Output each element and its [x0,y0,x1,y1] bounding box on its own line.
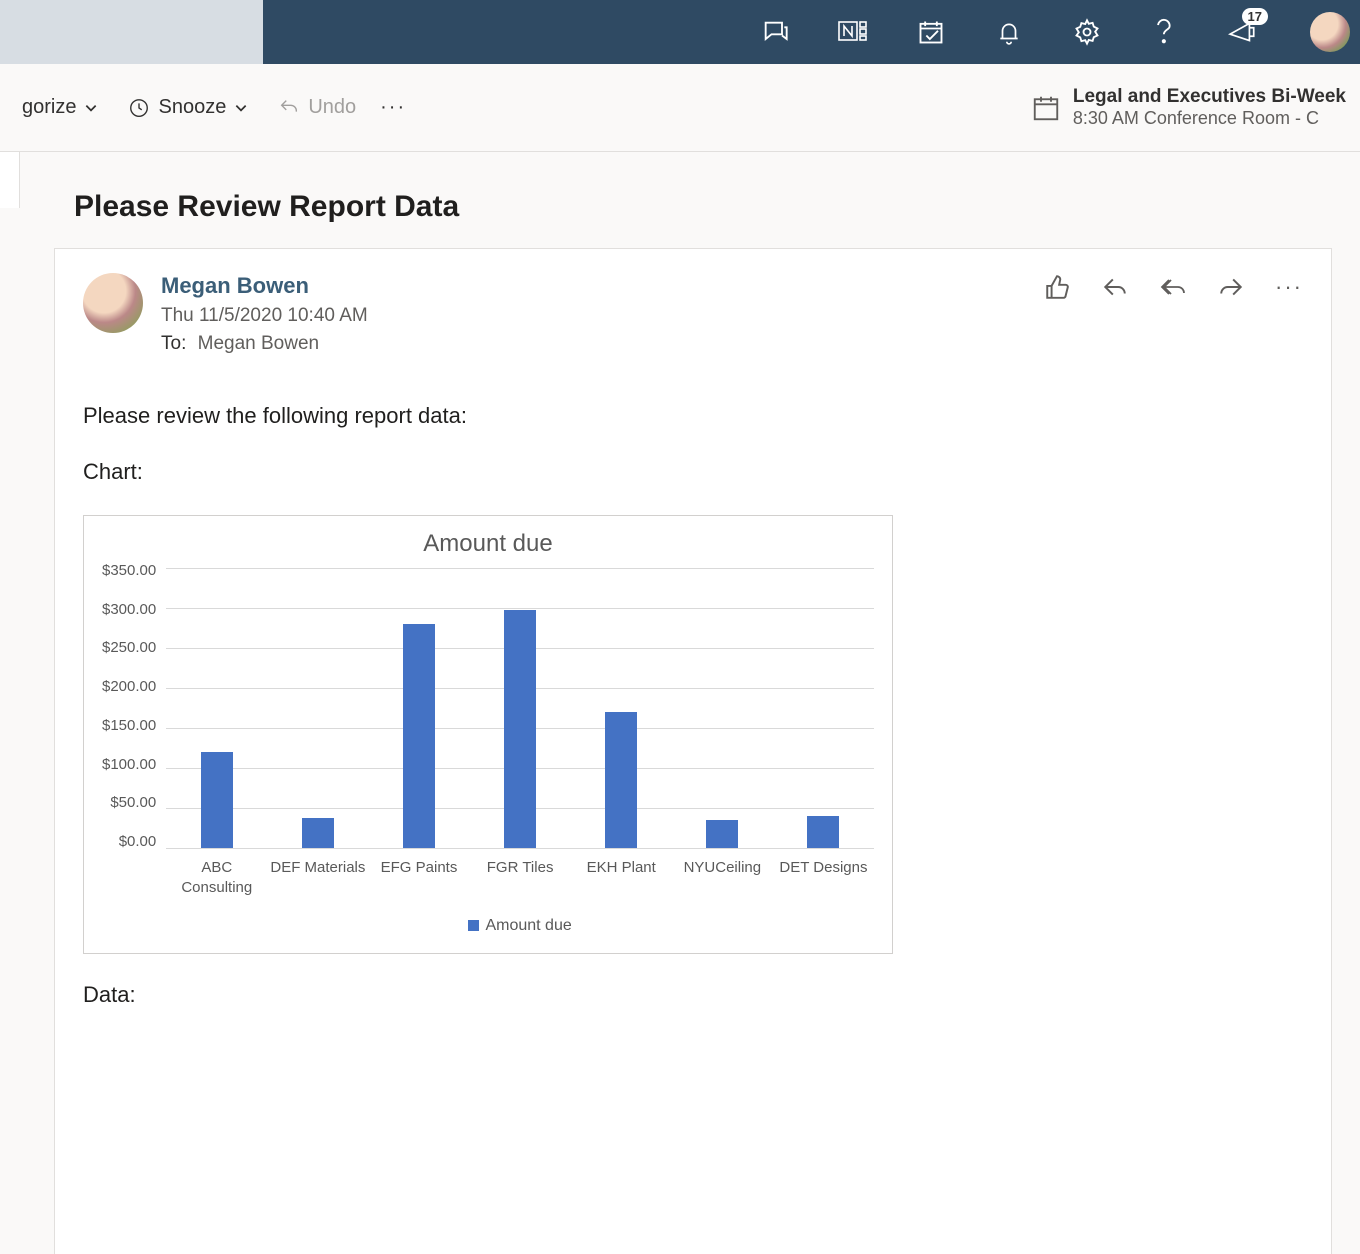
teams-chat-icon[interactable] [736,0,814,64]
chevron-down-icon [84,101,98,115]
x-tick-label: EFG Paints [371,858,467,897]
suite-icons: 17 [736,0,1360,64]
snooze-button[interactable]: Snooze [116,88,260,128]
legend-swatch [468,920,479,931]
x-tick-label: DEF Materials [270,858,366,897]
onenote-icon[interactable] [814,0,892,64]
chart-bar [201,752,233,848]
sent-timestamp: Thu 11/5/2020 10:40 AM [161,305,1025,327]
undo-button[interactable]: Undo [266,88,368,128]
chart-title: Amount due [102,530,874,558]
undo-label: Undo [308,96,356,119]
message-actions: ··· [1043,273,1303,301]
x-tick-label: FGR Tiles [472,858,568,897]
chart-bar [403,624,435,848]
feedback-icon[interactable]: 17 [1204,0,1282,64]
x-tick-label: NYUCeiling [674,858,770,897]
chart-x-axis: ABC ConsultingDEF MaterialsEFG PaintsFGR… [166,858,874,897]
reply-all-button[interactable] [1159,273,1187,301]
search-input[interactable] [0,0,263,64]
forward-button[interactable] [1217,273,1245,301]
to-label: To: [161,333,186,354]
more-actions-button[interactable]: ··· [368,88,418,128]
body-chart-label: Chart: [83,459,1303,485]
notifications-icon[interactable] [970,0,1048,64]
sender-name[interactable]: Megan Bowen [161,273,1025,299]
chart-bar [807,816,839,848]
reply-button[interactable] [1101,273,1129,301]
categorize-label: gorize [22,96,76,119]
calendar-peek[interactable]: Legal and Executives Bi-Week 8:30 AM Con… [1031,86,1350,129]
chart-bar [302,818,334,848]
command-bar: gorize Snooze Undo ··· Legal and Executi… [0,64,1360,152]
embedded-chart: Amount due $350.00$300.00$250.00$200.00$… [83,515,893,954]
more-message-actions[interactable]: ··· [1275,273,1303,301]
calendar-peek-title: Legal and Executives Bi-Week [1073,86,1346,108]
folder-pane-edge [0,152,20,208]
calendar-icon [1031,93,1061,123]
message-subject: Please Review Report Data [20,152,1360,248]
chart-y-axis: $350.00$300.00$250.00$200.00$150.00$100.… [102,568,166,856]
feedback-badge: 17 [1242,8,1268,25]
settings-icon[interactable] [1048,0,1126,64]
snooze-label: Snooze [158,96,226,119]
x-tick-label: DET Designs [775,858,871,897]
chart-bar [504,610,536,848]
chevron-down-icon [234,101,248,115]
account-avatar[interactable] [1282,0,1360,64]
body-data-label: Data: [83,982,1303,1008]
reading-pane: Megan Bowen Thu 11/5/2020 10:40 AM To: M… [54,248,1332,1254]
x-tick-label: EKH Plant [573,858,669,897]
todo-icon[interactable] [892,0,970,64]
message-body: Please review the following report data:… [83,403,1303,1008]
calendar-peek-subtitle: 8:30 AM Conference Room - C [1073,108,1346,129]
to-recipients[interactable]: Megan Bowen [198,333,319,354]
x-tick-label: ABC Consulting [169,858,265,897]
undo-icon [278,97,300,119]
legend-label: Amount due [485,917,571,934]
help-icon[interactable] [1126,0,1204,64]
suite-bar: 17 [0,0,1360,64]
sender-avatar[interactable] [83,273,143,333]
chart-legend: Amount due [166,917,874,935]
chart-bar [605,712,637,848]
categorize-button[interactable]: gorize [10,88,110,128]
body-intro: Please review the following report data: [83,403,1303,429]
chart-bar [706,820,738,848]
chart-bars [166,568,874,848]
like-button[interactable] [1043,273,1071,301]
clock-icon [128,97,150,119]
